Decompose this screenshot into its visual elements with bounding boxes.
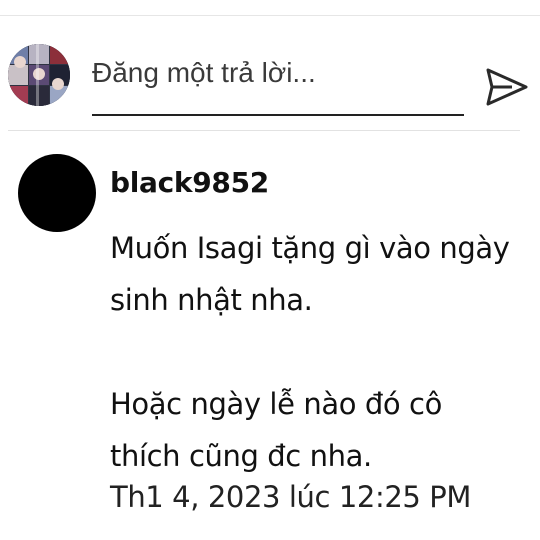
reply-input[interactable]: [92, 52, 464, 94]
reply-bar: [0, 16, 540, 128]
comment-timestamp: Th1 4, 2023 lúc 12:25 PM: [110, 480, 471, 514]
user-avatar[interactable]: [18, 154, 96, 232]
input-underline: [92, 114, 464, 116]
send-icon: [486, 68, 528, 106]
send-button[interactable]: [484, 64, 530, 110]
avatar-image: [8, 44, 70, 106]
profile-avatar[interactable]: [8, 44, 70, 106]
comment-body: Muốn Isagi tặng gì vào ngày sinh nhật nh…: [110, 231, 510, 473]
comment-item: black9852 Muốn Isagi tặng gì vào ngày si…: [0, 140, 540, 540]
section-divider: [8, 130, 520, 131]
comment-username[interactable]: black9852: [110, 166, 269, 199]
